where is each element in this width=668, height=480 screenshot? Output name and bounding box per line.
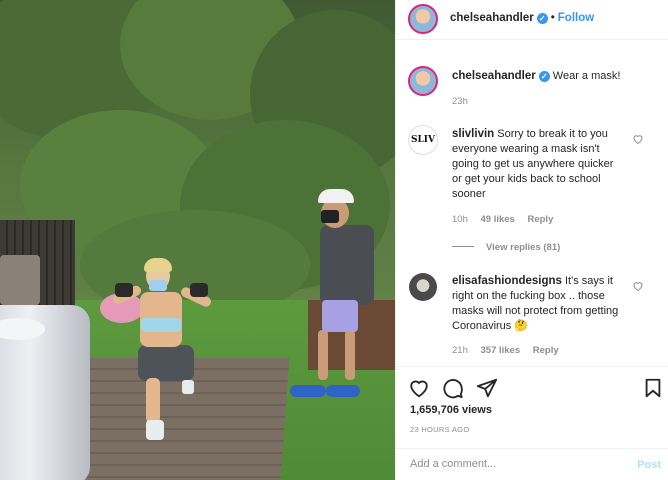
post-sidebar: chelseahandler ✓ • Follow chelseahandler ✓ W… [395, 0, 668, 480]
comment-username[interactable]: elisafashiondesigns [452, 275, 562, 287]
man-face-mask [321, 210, 339, 223]
woman-shoe [182, 380, 194, 394]
woman-legs [138, 345, 194, 381]
comment-time: 21h [452, 345, 468, 356]
reply-button[interactable]: Reply [527, 214, 553, 225]
save-icon[interactable] [642, 377, 664, 399]
comment-meta: 10h 49 likes Reply [452, 214, 563, 225]
man-shorts [322, 300, 358, 332]
replies-divider [452, 246, 474, 247]
author-avatar[interactable] [408, 4, 438, 34]
caption-text: chelseahandler ✓ Wear a mask! [452, 69, 624, 84]
reply-button[interactable]: Reply [533, 345, 559, 356]
woman-hair [144, 258, 172, 272]
author-avatar[interactable] [408, 66, 438, 96]
heart-icon[interactable] [408, 377, 430, 399]
post-timestamp[interactable]: 23 HOURS AGO [410, 425, 469, 434]
view-replies-label: View replies (81) [486, 242, 561, 253]
heart-icon[interactable] [632, 280, 644, 292]
action-bar [396, 366, 668, 408]
comment-username[interactable]: slivlivin [452, 128, 494, 140]
comment-input[interactable] [410, 458, 610, 470]
man-shoe [290, 385, 326, 397]
post-video[interactable] [0, 0, 395, 480]
man-shirt [320, 225, 374, 305]
share-icon[interactable] [476, 377, 498, 399]
post-header: chelseahandler ✓ • Follow [396, 0, 668, 40]
caption-username[interactable]: chelseahandler [452, 70, 536, 82]
comment-time: 10h [452, 214, 468, 225]
woman-face-mask [149, 280, 167, 291]
verified-badge-icon: ✓ [536, 13, 548, 24]
post-comment-button[interactable]: Post [637, 459, 661, 471]
patio-chair [0, 255, 40, 305]
commenter-avatar[interactable]: SLIV [408, 125, 438, 155]
verified-badge-icon: ✓ [538, 71, 550, 82]
header-user: chelseahandler ✓ • Follow [450, 12, 594, 24]
dumbbell [115, 283, 133, 297]
woman-top [141, 318, 181, 332]
dumbbell [190, 283, 208, 297]
caption-body: Wear a mask! [552, 70, 621, 82]
man-cap [318, 189, 354, 203]
comment-likes[interactable]: 49 likes [481, 214, 515, 225]
man-leg [318, 330, 328, 380]
man-leg [345, 330, 355, 380]
caption-time: 23h [452, 96, 478, 107]
comment-icon[interactable] [442, 377, 464, 399]
separator-dot: • [550, 12, 555, 24]
caption-timestamp: 23h [452, 96, 468, 107]
follow-button[interactable]: Follow [558, 12, 594, 24]
author-username[interactable]: chelseahandler [450, 12, 534, 24]
woman-shoe [146, 420, 164, 440]
commenter-avatar[interactable] [409, 273, 437, 301]
comments-list[interactable]: chelseahandler ✓ Wear a mask! 23h SLIV sl… [396, 41, 668, 366]
man-shoe [326, 385, 360, 397]
comment-text: slivlivin Sorry to break it to you every… [452, 127, 624, 202]
view-count[interactable]: 1,659,706 views [410, 404, 492, 416]
add-comment-bar: Post [396, 448, 668, 480]
heart-icon[interactable] [632, 133, 644, 145]
woman-calf [146, 378, 160, 423]
comment-meta: 21h 357 likes Reply [452, 345, 569, 356]
comment-text: elisafashiondesigns It's says it right o… [452, 274, 624, 334]
comment-likes[interactable]: 357 likes [481, 345, 521, 356]
view-replies-button[interactable]: View replies (81) [452, 242, 560, 253]
